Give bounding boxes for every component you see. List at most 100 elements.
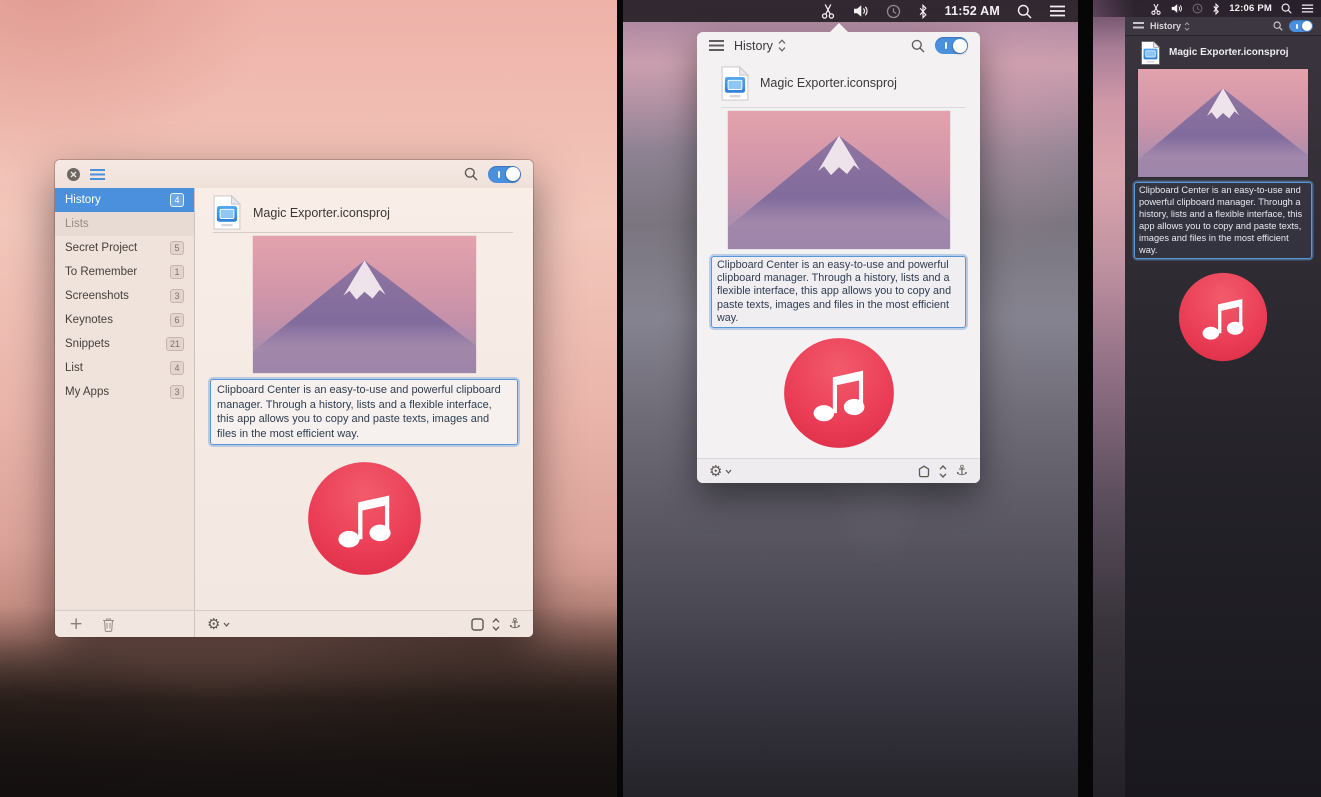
close-button[interactable] bbox=[67, 168, 80, 181]
gear-icon: ⚙ bbox=[207, 617, 220, 632]
popover-header: History bbox=[1125, 17, 1321, 36]
mountain-image-clip[interactable] bbox=[728, 111, 950, 249]
popover-header: History bbox=[697, 32, 980, 59]
menu-bar: 12:06 PM bbox=[1093, 0, 1321, 17]
sidebar-item[interactable]: Keynotes 6 bbox=[55, 308, 194, 332]
add-list-button[interactable]: + bbox=[69, 616, 83, 633]
menu-bar: 11:52 AM bbox=[623, 0, 1078, 22]
desktop-left-wallpaper: History 4 Lists Secret Project 5 bbox=[0, 0, 617, 797]
iconsproj-file-icon bbox=[721, 66, 749, 101]
menubar-clock[interactable]: 12:06 PM bbox=[1229, 3, 1272, 14]
menu-icon[interactable] bbox=[1133, 22, 1144, 30]
anchor-pin-icon[interactable]: ⚓ bbox=[955, 464, 968, 478]
count-badge: 5 bbox=[170, 241, 184, 255]
mountain-image-clip[interactable] bbox=[1138, 69, 1308, 177]
clip-detail-pane: Magic Exporter.iconsproj bbox=[195, 188, 533, 610]
clip-file-row[interactable]: Magic Exporter.iconsproj bbox=[697, 59, 980, 105]
bluetooth-icon[interactable] bbox=[1212, 3, 1220, 15]
clip-file-name: Magic Exporter.iconsproj bbox=[760, 76, 897, 90]
clip-file-row[interactable]: Magic Exporter.iconsproj bbox=[1125, 36, 1321, 67]
menu-icon[interactable] bbox=[90, 169, 105, 180]
clip-text-selected[interactable]: Clipboard Center is an easy-to-use and p… bbox=[711, 256, 966, 328]
sidebar-item[interactable]: Secret Project 5 bbox=[55, 236, 194, 260]
sidebar-item[interactable]: List 4 bbox=[55, 356, 194, 380]
count-badge: 4 bbox=[170, 361, 184, 375]
clip-file-name: Magic Exporter.iconsproj bbox=[253, 206, 390, 220]
toggle-on-mark bbox=[1296, 24, 1298, 29]
clipboard-center-window: History 4 Lists Secret Project 5 bbox=[55, 160, 533, 637]
paste-format-icon[interactable] bbox=[917, 465, 931, 478]
chevron-down-icon bbox=[223, 622, 230, 627]
itunes-icon-clip[interactable] bbox=[1178, 272, 1268, 362]
actions-menu-button[interactable]: ⚙ bbox=[709, 464, 732, 479]
sidebar-item[interactable]: To Remember 1 bbox=[55, 260, 194, 284]
trash-icon[interactable] bbox=[102, 617, 115, 632]
toggle-knob bbox=[506, 167, 520, 181]
sidebar-item-label: Lists bbox=[65, 218, 89, 230]
count-badge: 21 bbox=[166, 337, 184, 351]
paste-format-icon[interactable] bbox=[471, 618, 484, 631]
notification-center-icon[interactable] bbox=[1049, 5, 1066, 17]
scissors-menubar-icon[interactable] bbox=[1150, 3, 1162, 15]
volume-icon[interactable] bbox=[853, 4, 869, 18]
menu-icon[interactable] bbox=[709, 40, 724, 51]
volume-icon[interactable] bbox=[1171, 3, 1183, 14]
search-icon[interactable] bbox=[1273, 21, 1283, 31]
sidebar-item[interactable]: My Apps 3 bbox=[55, 380, 194, 404]
list-selector[interactable]: History bbox=[734, 39, 786, 53]
power-toggle[interactable] bbox=[488, 166, 521, 183]
divider bbox=[213, 232, 513, 233]
toggle-knob bbox=[953, 39, 967, 53]
spotlight-search-icon[interactable] bbox=[1017, 4, 1032, 19]
clip-text-selected[interactable]: Clipboard Center is an easy-to-use and p… bbox=[1134, 182, 1312, 259]
count-badge: 4 bbox=[170, 193, 184, 207]
stepper-chevrons-icon[interactable] bbox=[492, 618, 500, 631]
updown-chevrons-icon bbox=[1184, 22, 1190, 31]
scissors-menubar-icon[interactable] bbox=[820, 3, 836, 19]
power-toggle[interactable] bbox=[935, 37, 968, 54]
bluetooth-icon[interactable] bbox=[918, 4, 928, 19]
content-footer: ⚙ ⚓ bbox=[195, 611, 533, 637]
section-divider bbox=[1078, 0, 1093, 797]
count-badge: 3 bbox=[170, 289, 184, 303]
menubar-clock[interactable]: 11:52 AM bbox=[945, 4, 1000, 18]
actions-menu-button[interactable]: ⚙ bbox=[207, 617, 230, 632]
sidebar-item-label: To Remember bbox=[65, 266, 137, 278]
popover-arrow bbox=[830, 23, 848, 32]
spotlight-search-icon[interactable] bbox=[1281, 3, 1292, 14]
count-badge: 1 bbox=[170, 265, 184, 279]
list-selector-label: History bbox=[1150, 21, 1181, 31]
sidebar-item-label: Secret Project bbox=[65, 242, 137, 254]
search-icon[interactable] bbox=[464, 167, 478, 181]
sidebar-item[interactable]: History 4 bbox=[55, 188, 194, 212]
count-badge: 3 bbox=[170, 385, 184, 399]
search-icon[interactable] bbox=[911, 39, 925, 53]
notification-center-icon[interactable] bbox=[1301, 4, 1314, 13]
itunes-icon-clip[interactable] bbox=[783, 337, 895, 449]
sidebar-item[interactable]: Snippets 21 bbox=[55, 332, 194, 356]
sidebar-item-label: Keynotes bbox=[65, 314, 113, 326]
sidebar-item[interactable]: Screenshots 3 bbox=[55, 284, 194, 308]
clip-file-row[interactable]: Magic Exporter.iconsproj bbox=[195, 188, 533, 232]
anchor-pin-icon[interactable]: ⚓ bbox=[508, 617, 521, 631]
count-badge: 6 bbox=[170, 313, 184, 327]
time-machine-icon[interactable] bbox=[886, 4, 901, 19]
sidebar-item-label: Snippets bbox=[65, 338, 110, 350]
window-body: History 4 Lists Secret Project 5 bbox=[55, 188, 533, 610]
clipboard-popover: History Magic Exporter.iconsproj bbox=[697, 32, 980, 483]
gear-icon: ⚙ bbox=[709, 464, 722, 479]
time-machine-icon[interactable] bbox=[1192, 3, 1203, 14]
popover-footer: ⚙ ⚓ bbox=[697, 458, 980, 483]
mountain-image-clip[interactable] bbox=[253, 236, 476, 373]
list-selector[interactable]: History bbox=[1150, 21, 1190, 31]
sidebar: History 4 Lists Secret Project 5 bbox=[55, 188, 195, 610]
clipboard-popover-dark: History Magic Exporter.iconsproj bbox=[1125, 17, 1321, 797]
sidebar-item[interactable]: Lists bbox=[55, 212, 194, 236]
power-toggle[interactable] bbox=[1289, 20, 1313, 32]
sidebar-item-label: List bbox=[65, 362, 83, 374]
footer-right-controls: ⚓ bbox=[471, 617, 521, 631]
itunes-icon-clip[interactable] bbox=[307, 461, 422, 576]
clip-text-selected[interactable]: Clipboard Center is an easy-to-use and p… bbox=[210, 379, 518, 445]
sidebar-footer: + bbox=[55, 611, 195, 637]
stepper-chevrons-icon[interactable] bbox=[939, 465, 947, 478]
